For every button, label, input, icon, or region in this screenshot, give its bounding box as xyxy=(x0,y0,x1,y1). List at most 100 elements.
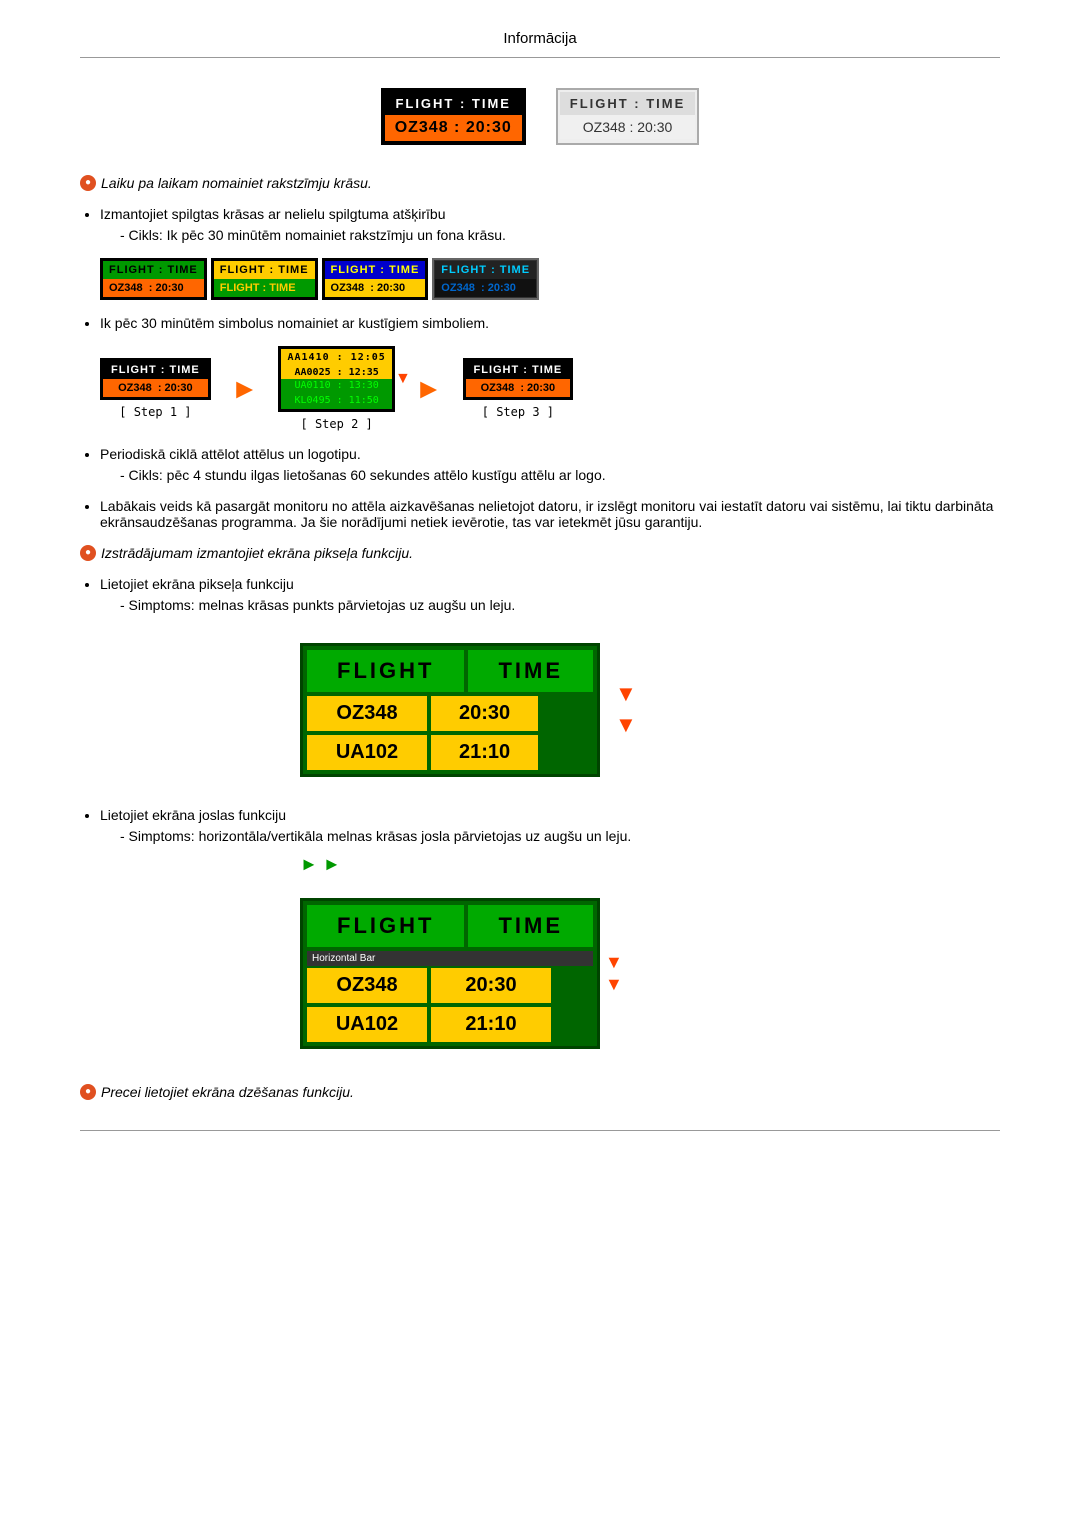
hb-row1-flight: OZ348 xyxy=(307,968,427,1003)
note1: ● Laiku pa laikam nomainiet rakstzīmju k… xyxy=(80,175,1000,191)
cycle-panel-1-header: FLIGHT : TIME xyxy=(103,261,204,279)
hbar-side-arrows: ▼ ▼ xyxy=(600,952,628,995)
ld-row2-flight: UA102 xyxy=(307,735,427,770)
ld-arrow-down1: ▼ xyxy=(615,679,637,710)
hbar-arrow-down2: ▼ xyxy=(605,974,623,996)
bullet5-text: Lietojiet ekrāna pikseļa funkciju xyxy=(100,576,294,592)
step2-panel-row1: AA1410 : 12:05 xyxy=(281,349,391,366)
subnote6: - Simptoms: horizontāla/vertikāla melnas… xyxy=(100,828,1000,844)
ld-row1-time: 20:30 xyxy=(431,696,538,731)
ld-row1-flight: OZ348 xyxy=(307,696,427,731)
large-display-wrapper: FLIGHT TIME OZ348 20:30 UA102 21:10 xyxy=(300,628,600,792)
step-area: FLIGHT : TIME OZ348 : 20:30 [ Step 1 ] ►… xyxy=(100,346,1000,431)
ld-arrow-down2: ▼ xyxy=(615,710,637,741)
top-panels: FLIGHT : TIME OZ348 : 20:30 FLIGHT : TIM… xyxy=(80,88,1000,145)
ld-data-row2: UA102 21:10 xyxy=(305,733,595,772)
step1-panel-header: FLIGHT : TIME xyxy=(103,361,208,379)
info-icon-3: ● xyxy=(80,1084,96,1100)
step2-panel-row2: AA0025 : 12:35 xyxy=(281,366,391,379)
step3-box: FLIGHT : TIME OZ348 : 20:30 [ Step 3 ] xyxy=(463,358,574,419)
subnote3: - Cikls: pēc 4 stundu ilgas lietošanas 6… xyxy=(100,467,1000,483)
cycle-panel-4-data: OZ348 : 20:30 xyxy=(435,279,536,297)
note1-text: Laiku pa laikam nomainiet rakstzīmju krā… xyxy=(101,175,372,191)
step2-box: AA1410 : 12:05 AA0025 : 12:35 UA0110 : 1… xyxy=(278,346,394,431)
bullet-item-2: Ik pēc 30 minūtēm simbolus nomainiet ar … xyxy=(100,315,1000,431)
cycle-panel-3: FLIGHT : TIME OZ348 : 20:30 xyxy=(322,258,429,300)
bullet-item-3: Periodiskā ciklā attēlot attēlus un logo… xyxy=(100,446,1000,483)
subnote1-text: - Cikls: Ik pēc 30 minūtēm nomainiet rak… xyxy=(120,227,506,243)
ld-arrows: ▼ ▼ xyxy=(610,679,642,741)
bullet-list-6: Lietojiet ekrāna joslas funkciju - Simpt… xyxy=(80,807,1000,1064)
note2: ● Izstrādājumam izmantojiet ekrāna pikse… xyxy=(80,545,1000,561)
step3-panel-header: FLIGHT : TIME xyxy=(466,361,571,379)
hb-data-row1: OZ348 20:30 xyxy=(305,966,595,1005)
hb-row2-flight: UA102 xyxy=(307,1007,427,1042)
cycle-panel-1-data: OZ348 : 20:30 xyxy=(103,279,204,297)
info-icon-2: ● xyxy=(80,545,96,561)
subnote6-text: - Simptoms: horizontāla/vertikāla melnas… xyxy=(120,828,631,844)
page-divider xyxy=(80,1130,1000,1131)
flight-panel-light-data: OZ348 : 20:30 xyxy=(560,115,696,139)
bullet-list-3: Periodiskā ciklā attēlot attēlus un logo… xyxy=(80,446,1000,483)
hbar-display: FLIGHT TIME Horizontal Bar OZ348 20:30 xyxy=(300,898,600,1049)
cycle-panel-2-header: FLIGHT : TIME xyxy=(214,261,315,279)
hb-row2-time: 21:10 xyxy=(431,1007,551,1042)
small-arrow-1: ► xyxy=(300,854,318,875)
subnote3-text: - Cikls: pēc 4 stundu ilgas lietošanas 6… xyxy=(120,467,606,483)
bullet4-text: Labākais veids kā pasargāt monitoru no a… xyxy=(100,498,993,530)
arrow-1: ► xyxy=(231,373,259,405)
hb-header-flight: FLIGHT xyxy=(307,905,464,947)
bullet6-text: Lietojiet ekrāna joslas funkciju xyxy=(100,807,286,823)
step1-box: FLIGHT : TIME OZ348 : 20:30 [ Step 1 ] xyxy=(100,358,211,419)
step1-label: [ Step 1 ] xyxy=(100,405,211,419)
cycle-panel-2-data: FLIGHT : TIME xyxy=(214,279,315,297)
step2-label: [ Step 2 ] xyxy=(278,417,394,431)
page-header: Informācija xyxy=(80,30,1000,58)
large-display-area: FLIGHT TIME OZ348 20:30 UA102 21:10 xyxy=(100,628,1000,792)
bullet3-text: Periodiskā ciklā attēlot attēlus un logo… xyxy=(100,446,361,462)
step2-side-arrow: ▼ xyxy=(395,370,411,388)
step2-panel-row3: UA0110 : 13:30 xyxy=(281,379,391,392)
cycle-panel-3-data: OZ348 : 20:30 xyxy=(325,279,426,297)
page-container: Informācija FLIGHT : TIME OZ348 : 20:30 … xyxy=(0,0,1080,1161)
hb-bar-row: Horizontal Bar xyxy=(307,951,593,966)
small-arrow-2: ► xyxy=(323,854,341,875)
hbar-display-area: ► ► FLIGHT TIME Horizontal Bar xyxy=(300,854,1000,1064)
cycle-panel-3-header: FLIGHT : TIME xyxy=(325,261,426,279)
bullet-item-5: Lietojiet ekrāna pikseļa funkciju - Simp… xyxy=(100,576,1000,792)
cycle-panel-1: FLIGHT : TIME OZ348 : 20:30 xyxy=(100,258,207,300)
bullet-list-5: Lietojiet ekrāna pikseļa funkciju - Simp… xyxy=(80,576,1000,792)
subnote5: - Simptoms: melnas krāsas punkts pārviet… xyxy=(100,597,1000,613)
small-arrows-row: ► ► xyxy=(300,854,1000,875)
hb-bar-label: Horizontal Bar xyxy=(312,953,375,964)
ld-header-row: FLIGHT TIME xyxy=(305,648,595,694)
note3-text: Precei lietojiet ekrāna dzēšanas funkcij… xyxy=(101,1084,354,1100)
flight-panel-dark-data: OZ348 : 20:30 xyxy=(385,115,522,141)
flight-panel-light: FLIGHT : TIME OZ348 : 20:30 xyxy=(556,88,700,145)
step3-label: [ Step 3 ] xyxy=(463,405,574,419)
step3-panel-data: OZ348 : 20:30 xyxy=(466,379,571,397)
hbar-arrow-down1: ▼ xyxy=(605,952,623,974)
subnote5-text: - Simptoms: melnas krāsas punkts pārviet… xyxy=(120,597,515,613)
subnote1: - Cikls: Ik pēc 30 minūtēm nomainiet rak… xyxy=(100,227,1000,243)
bullet-item-1: Izmantojiet spilgtas krāsas ar nelielu s… xyxy=(100,206,1000,300)
step2-panel-row4: KL0495 : 11:50 xyxy=(281,392,391,409)
cycle-panel-2: FLIGHT : TIME FLIGHT : TIME xyxy=(211,258,318,300)
arrow-2: ► xyxy=(415,373,443,405)
hb-header-time: TIME xyxy=(468,905,593,947)
bullet2-text: Ik pēc 30 minūtēm simbolus nomainiet ar … xyxy=(100,315,489,331)
hb-row1-time: 20:30 xyxy=(431,968,551,1003)
bullet-list-4: Labākais veids kā pasargāt monitoru no a… xyxy=(80,498,1000,530)
note3: ● Precei lietojiet ekrāna dzēšanas funkc… xyxy=(80,1084,1000,1100)
step3-panel: FLIGHT : TIME OZ348 : 20:30 xyxy=(463,358,574,400)
ld-header-flight: FLIGHT xyxy=(307,650,464,692)
ld-data-row1: OZ348 20:30 xyxy=(305,694,595,733)
cycle-panels: FLIGHT : TIME OZ348 : 20:30 FLIGHT : TIM… xyxy=(100,258,1000,300)
note2-text: Izstrādājumam izmantojiet ekrāna pikseļa… xyxy=(101,545,413,561)
cycle-panel-4-header: FLIGHT : TIME xyxy=(435,261,536,279)
step2-panel: AA1410 : 12:05 AA0025 : 12:35 UA0110 : 1… xyxy=(278,346,394,412)
info-icon-1: ● xyxy=(80,175,96,191)
cycle-panel-4: FLIGHT : TIME OZ348 : 20:30 xyxy=(432,258,539,300)
flight-panel-light-header: FLIGHT : TIME xyxy=(560,92,696,115)
step1-panel-data: OZ348 : 20:30 xyxy=(103,379,208,397)
